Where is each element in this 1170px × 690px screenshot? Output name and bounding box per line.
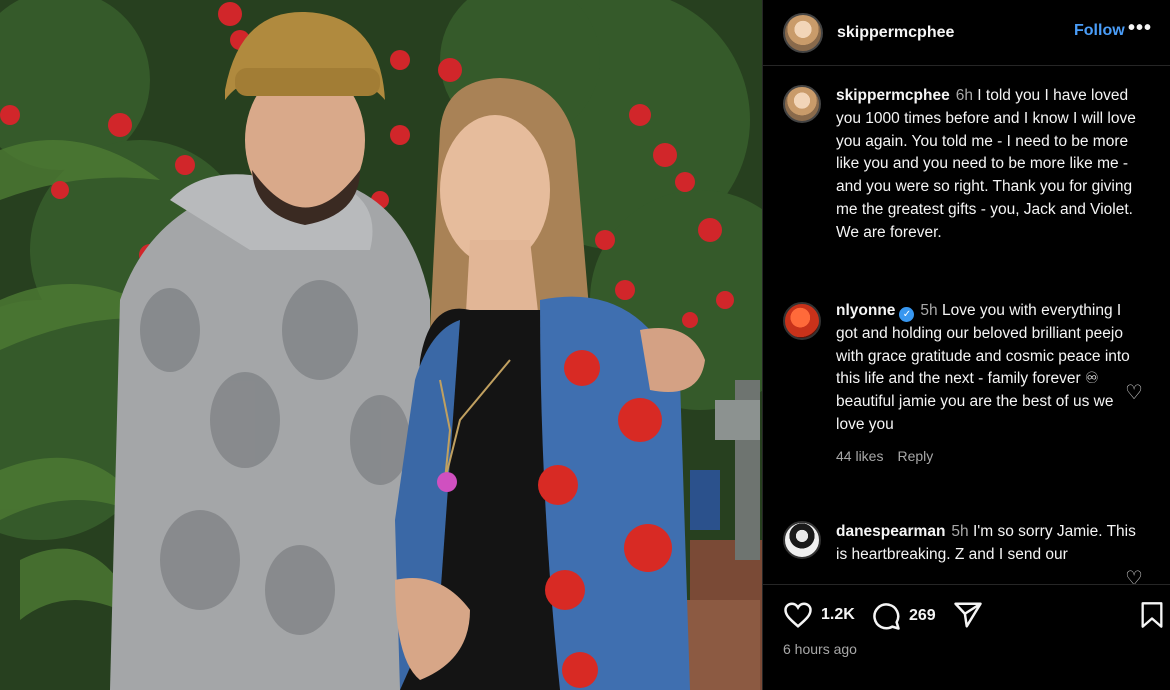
comment-body: skippermcphee 6h I told you I have loved … (836, 85, 1143, 245)
heart-icon[interactable]: ♡ (1125, 566, 1143, 584)
comment-likes[interactable]: 44 likes (836, 448, 883, 464)
comment-username[interactable]: nlyonne (836, 302, 895, 319)
list-item: nlyonne ✓ 5h Love you with everything I go… (783, 300, 1143, 468)
heart-icon[interactable]: ♡ (1125, 380, 1143, 405)
comment-bubble-icon (873, 603, 900, 630)
post-header: skippermcphee Follow ••• (763, 0, 1170, 66)
more-options-icon[interactable]: ••• (1128, 17, 1152, 40)
avatar[interactable] (783, 521, 821, 559)
avatar[interactable] (783, 12, 823, 53)
comment-text: Love you with everything I got and holdi… (836, 302, 1130, 433)
photo-illustration (0, 0, 762, 690)
avatar[interactable] (783, 302, 821, 340)
comment-text: I told you I have loved you 1000 times b… (836, 87, 1136, 241)
like-button[interactable]: 1.2K (783, 601, 855, 629)
comment-username[interactable]: danespearman (836, 523, 945, 540)
comment-time: 6h (955, 87, 973, 104)
post-panel: skippermcphee Follow ••• skippermcphee 6h… (762, 0, 1170, 690)
verified-badge-icon: ✓ (899, 307, 915, 322)
reply-button[interactable]: Reply (897, 448, 933, 464)
share-button[interactable] (953, 601, 983, 629)
follow-button[interactable]: Follow (1074, 22, 1125, 40)
comment-body: nlyonne ✓ 5h Love you with everything I go… (836, 300, 1143, 468)
list-item: danespearman 5h I'm so sorry Jamie. This … (783, 521, 1143, 567)
comment-body: danespearman 5h I'm so sorry Jamie. This … (836, 521, 1143, 567)
comment-username[interactable]: skippermcphee (836, 87, 950, 104)
post-timestamp: 6 hours ago (783, 641, 857, 657)
post-username[interactable]: skippermcphee (837, 24, 954, 42)
like-count: 1.2K (821, 606, 855, 623)
list-item: skippermcphee 6h I told you I have loved … (783, 85, 1143, 245)
comment-button[interactable]: 269 (871, 601, 936, 631)
comments-list[interactable]: skippermcphee 6h I told you I have loved … (763, 66, 1170, 584)
comment-count: 269 (909, 607, 936, 624)
bookmark-icon (1141, 602, 1163, 628)
heart-icon (784, 602, 812, 628)
comment-time: 5h (920, 302, 938, 319)
action-bar: 1.2K 269 6 hours ago (763, 584, 1170, 690)
comment-meta: 44 likes Reply (836, 445, 1143, 468)
post-photo[interactable] (0, 0, 762, 690)
save-button[interactable] (1140, 601, 1164, 629)
avatar[interactable] (783, 85, 821, 123)
comment-time: 5h (951, 523, 969, 540)
paper-plane-icon (954, 602, 982, 628)
